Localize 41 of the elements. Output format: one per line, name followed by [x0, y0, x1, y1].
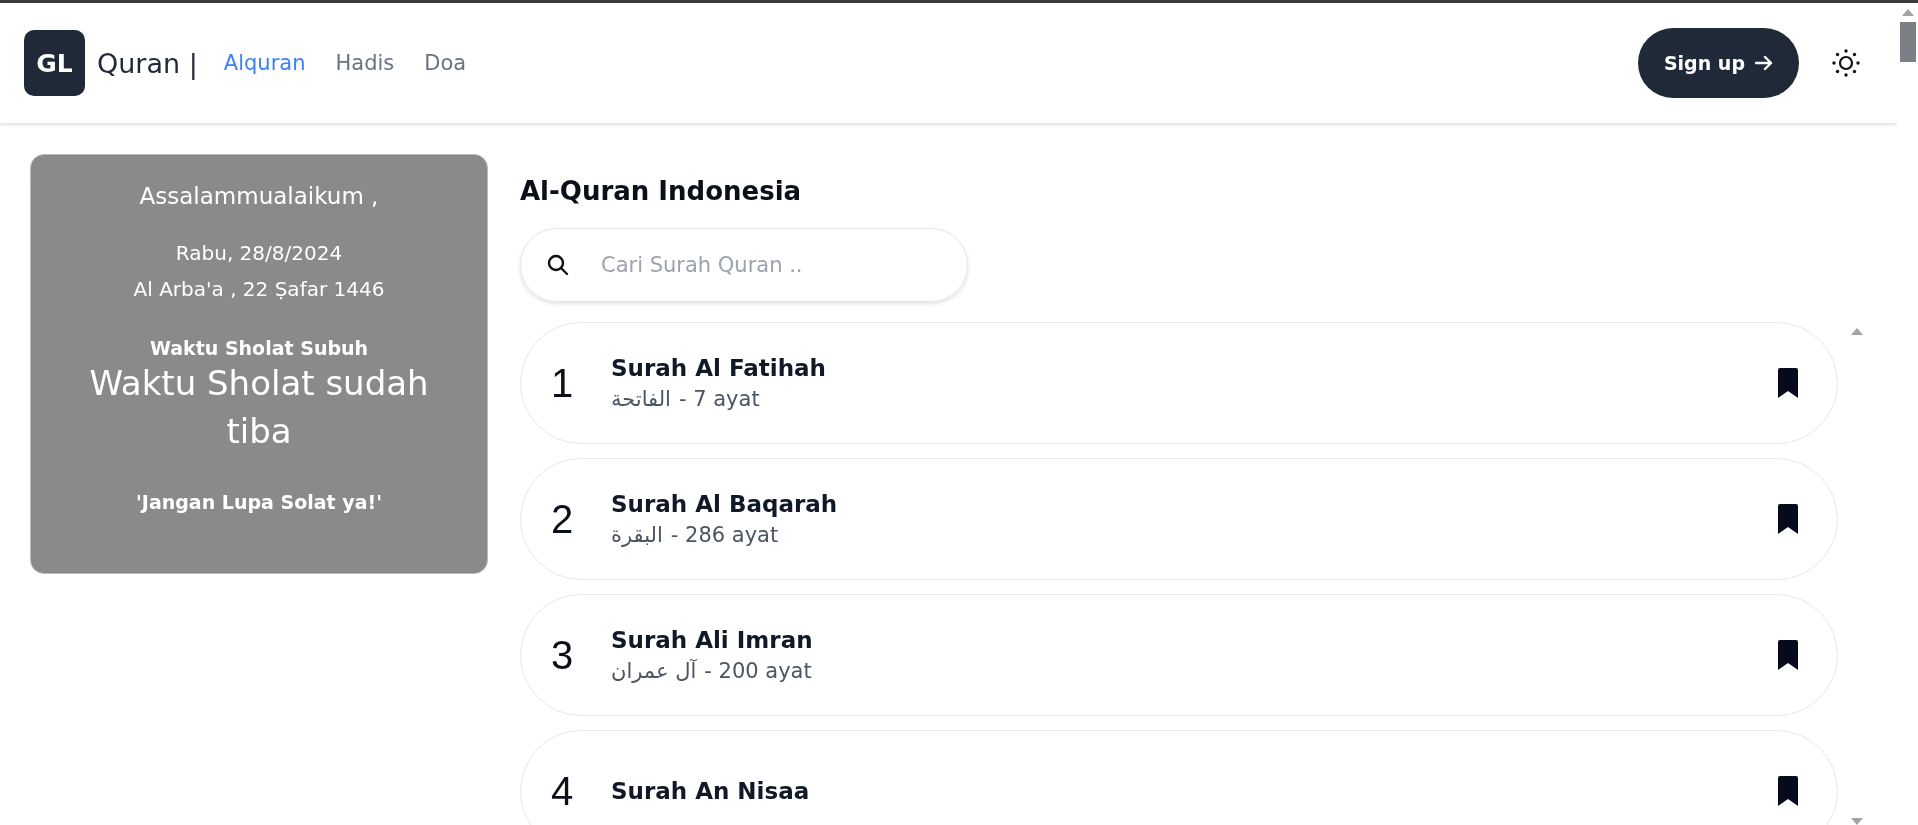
ayat-count: - 286 ayat	[670, 523, 779, 547]
reminder-text: 'Jangan Lupa Solat ya!'	[136, 491, 382, 513]
surah-number: 4	[551, 768, 575, 814]
scrollbar-thumb[interactable]	[1899, 22, 1916, 62]
bookmark-icon	[1777, 504, 1799, 534]
nav-link[interactable]: Hadis	[335, 51, 395, 75]
surah-number: 2	[551, 496, 575, 542]
nav-link[interactable]: Alquran	[223, 51, 306, 75]
arrow-right-icon	[1755, 55, 1773, 71]
surah-number: 1	[551, 360, 575, 406]
surah-name: Surah Al Fatihah	[611, 355, 827, 381]
bookmark-button[interactable]	[1777, 368, 1799, 398]
theme-toggle-button[interactable]	[1831, 48, 1861, 78]
surah-name: Surah An Nisaa	[611, 778, 811, 804]
bookmark-button[interactable]	[1777, 640, 1799, 670]
surah-name: Surah Ali Imran	[611, 627, 814, 653]
bookmark-icon	[1777, 640, 1799, 670]
bookmark-icon	[1777, 776, 1799, 806]
surah-number: 3	[551, 632, 575, 678]
ayat-count: - 200 ayat	[704, 659, 812, 683]
surah-arabic-name: البقرة	[611, 523, 663, 547]
nav-link[interactable]: Doa	[424, 51, 467, 75]
prayer-status: Waktu Sholat sudah tiba	[88, 362, 430, 453]
surah-arabic-name: الفاتحة	[611, 387, 671, 411]
hijri-date-text: Al Arba'a , 22 Ṣafar 1446	[133, 276, 385, 303]
brand-name: Quran |	[97, 47, 198, 79]
bookmark-button[interactable]	[1777, 776, 1799, 806]
date-text: Rabu, 28/8/2024	[175, 240, 343, 267]
surah-name: Surah Al Baqarah	[611, 491, 839, 517]
bookmark-icon	[1777, 368, 1799, 398]
prayer-label: Waktu Sholat Subuh	[149, 337, 369, 359]
bookmark-button[interactable]	[1777, 504, 1799, 534]
logo[interactable]: GL	[24, 30, 85, 96]
sun-icon	[1831, 48, 1861, 78]
search-icon	[547, 254, 569, 276]
greeting-text: Assalammualaikum ,	[139, 183, 379, 209]
ayat-count: - 7 ayat	[678, 387, 760, 411]
sign-up-button[interactable]: Sign up	[1637, 28, 1799, 98]
search-input[interactable]: Cari Surah Quran ..	[599, 252, 919, 278]
page-title: Al-Quran Indonesia	[520, 176, 803, 206]
surah-arabic-name: آل عمران	[611, 659, 697, 683]
